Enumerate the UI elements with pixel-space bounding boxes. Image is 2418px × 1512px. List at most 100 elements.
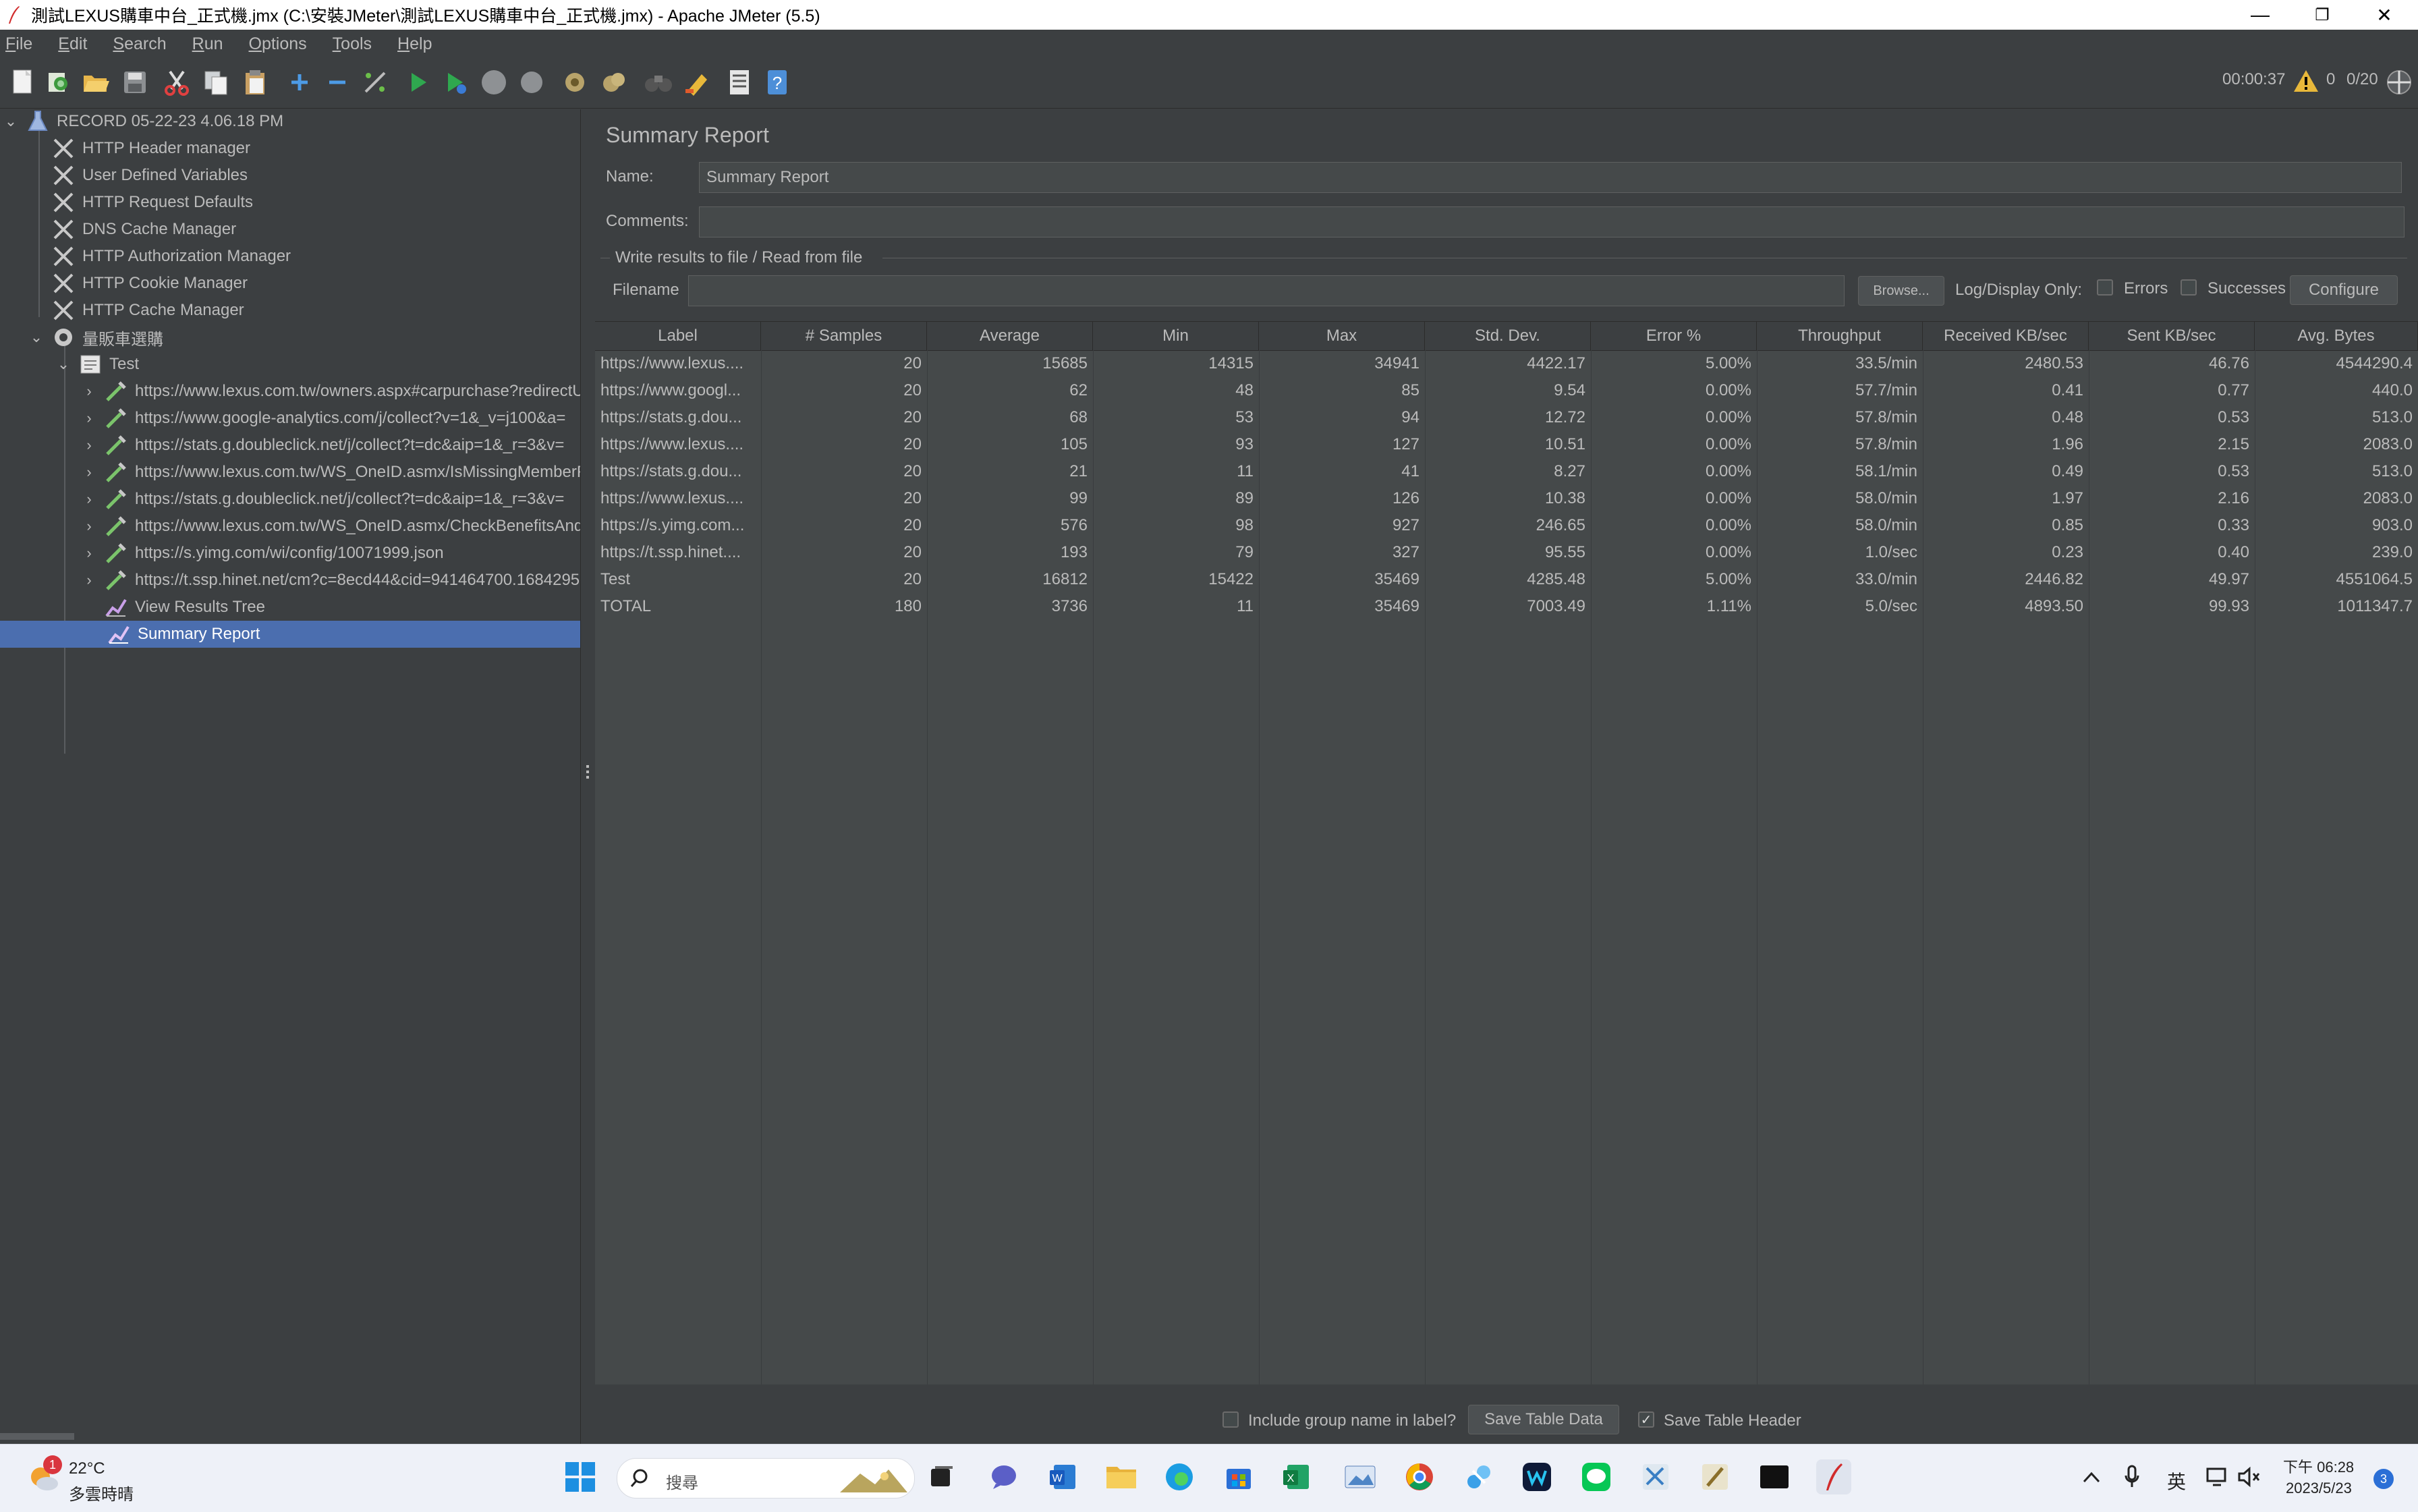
warning-icon[interactable] bbox=[2293, 69, 2319, 93]
tree-item-sampler[interactable]: › https://www.lexus.com.tw/WS_OneID.asmx/… bbox=[82, 513, 580, 540]
horizontal-scrollbar[interactable] bbox=[0, 1433, 74, 1440]
column-header[interactable]: Throughput bbox=[1757, 322, 1923, 350]
new-icon[interactable] bbox=[8, 67, 38, 97]
chevron-right-icon[interactable]: › bbox=[82, 517, 96, 534]
tree-item-config[interactable]: HTTP Header manager bbox=[51, 135, 250, 162]
snipping-tool-icon[interactable] bbox=[1461, 1459, 1496, 1494]
chevron-down-icon[interactable]: ⌄ bbox=[30, 329, 43, 345]
task-view-icon[interactable] bbox=[924, 1459, 959, 1494]
tree-item-config[interactable]: HTTP Cache Manager bbox=[51, 297, 244, 324]
function-helper-icon[interactable] bbox=[725, 67, 754, 97]
table-row[interactable]: TOTAL 180 3736 11 35469 7003.49 1.11% 5.0/sec 48… bbox=[595, 593, 2418, 620]
clock-date[interactable]: 2023/5/23 bbox=[2286, 1480, 2352, 1497]
tree-item-sampler[interactable]: › https://www.google-analytics.com/j/coll… bbox=[82, 405, 565, 432]
chrome-icon[interactable] bbox=[1402, 1459, 1437, 1494]
chevron-down-icon[interactable]: ⌄ bbox=[4, 113, 18, 130]
tree-item-config[interactable]: HTTP Request Defaults bbox=[51, 189, 253, 216]
taskbar-search-box[interactable]: 搜尋 bbox=[617, 1458, 915, 1499]
start-windows-icon[interactable] bbox=[563, 1459, 598, 1494]
tree-item-summary-report[interactable]: Summary Report bbox=[0, 621, 580, 648]
search-binoculars-icon[interactable] bbox=[644, 67, 673, 97]
browse-button[interactable]: Browse... bbox=[1858, 276, 1944, 306]
filename-field[interactable] bbox=[688, 275, 1845, 306]
photos-icon[interactable] bbox=[1343, 1459, 1378, 1494]
table-row[interactable]: https://www.lexus.... 20 105 93 127 10.51 0.00… bbox=[595, 431, 2418, 458]
file-explorer-icon[interactable] bbox=[1104, 1459, 1139, 1494]
tree-item-config[interactable]: DNS Cache Manager bbox=[51, 216, 236, 243]
summary-table[interactable]: Label # Samples Average Min Max Std. Dev. Erro… bbox=[595, 321, 2418, 1504]
expand-all-icon[interactable] bbox=[285, 67, 314, 97]
ime-indicator[interactable]: 英 bbox=[2167, 1467, 2186, 1494]
column-header[interactable]: Std. Dev. bbox=[1425, 322, 1591, 350]
column-header[interactable]: # Samples bbox=[761, 322, 927, 350]
tree-item-sampler[interactable]: › https://s.yimg.com/wi/config/10071999.j… bbox=[82, 540, 444, 567]
configure-button[interactable]: Configure bbox=[2290, 275, 2398, 305]
table-row[interactable]: https://www.lexus.... 20 15685 14315 34941 44… bbox=[595, 350, 2418, 377]
volume-muted-icon[interactable] bbox=[2236, 1459, 2263, 1494]
chevron-right-icon[interactable]: › bbox=[82, 437, 96, 453]
chevron-right-icon[interactable]: › bbox=[82, 491, 96, 507]
notification-badge[interactable]: 3 bbox=[2373, 1469, 2394, 1489]
jmeter-app-icon[interactable] bbox=[1697, 1459, 1733, 1494]
include-group-checkbox[interactable] bbox=[1222, 1411, 1239, 1428]
minimize-button[interactable]: — bbox=[2229, 0, 2291, 30]
tree-item-thread-group[interactable]: ⌄ 量販車選購 bbox=[30, 324, 163, 351]
tree-item-sampler[interactable]: › https://stats.g.doubleclick.net/j/colle… bbox=[82, 432, 564, 459]
table-row[interactable]: https://www.googl... 20 62 48 85 9.54 0.00% 57.… bbox=[595, 377, 2418, 404]
column-header[interactable]: Error % bbox=[1591, 322, 1757, 350]
table-row[interactable]: https://s.yimg.com... 20 576 98 927 246.65 0.0… bbox=[595, 512, 2418, 539]
restore-button[interactable]: ❐ bbox=[2291, 0, 2353, 30]
tree-item-sampler[interactable]: › https://t.ssp.hinet.net/cm?c=8ecd44&cid… bbox=[82, 567, 580, 594]
remote-globe-icon[interactable] bbox=[2386, 69, 2413, 96]
tree-item-config[interactable]: HTTP Authorization Manager bbox=[51, 243, 291, 270]
chevron-down-icon[interactable]: ⌄ bbox=[57, 356, 70, 372]
excel-icon[interactable]: X bbox=[1279, 1459, 1314, 1494]
tree-item-config[interactable]: HTTP Cookie Manager bbox=[51, 270, 248, 297]
menu-search[interactable]: Search bbox=[113, 34, 166, 54]
stop-icon[interactable] bbox=[479, 67, 509, 97]
edge-icon[interactable] bbox=[1162, 1459, 1197, 1494]
table-row[interactable]: https://stats.g.dou... 20 21 11 41 8.27 0.00% 5… bbox=[595, 458, 2418, 485]
table-row[interactable]: https://stats.g.dou... 20 68 53 94 12.72 0.00%… bbox=[595, 404, 2418, 431]
weather-icon[interactable]: 1 bbox=[24, 1455, 63, 1497]
store-icon[interactable] bbox=[1221, 1459, 1256, 1494]
chevron-right-icon[interactable]: › bbox=[82, 571, 96, 588]
teams-chat-icon[interactable] bbox=[986, 1459, 1021, 1494]
column-header[interactable]: Min bbox=[1093, 322, 1259, 350]
tree-item-sampler[interactable]: › https://www.lexus.com.tw/owners.aspx#ca… bbox=[82, 378, 580, 405]
tree-item-transaction[interactable]: ⌄ Test bbox=[57, 351, 139, 378]
menu-file[interactable]: File bbox=[5, 34, 32, 54]
column-header[interactable]: Received KB/sec bbox=[1923, 322, 2089, 350]
reset-search-icon[interactable] bbox=[681, 67, 711, 97]
save-table-header-checkbox[interactable]: ✓ bbox=[1638, 1411, 1654, 1428]
column-header[interactable]: Sent KB/sec bbox=[2089, 322, 2255, 350]
chevron-right-icon[interactable]: › bbox=[82, 464, 96, 480]
paste-icon[interactable] bbox=[240, 67, 270, 97]
save-table-data-button[interactable]: Save Table Data bbox=[1468, 1405, 1619, 1434]
column-header[interactable]: Label bbox=[595, 322, 761, 350]
clear-icon[interactable] bbox=[560, 67, 590, 97]
column-header[interactable]: Max bbox=[1259, 322, 1425, 350]
word-icon[interactable]: W bbox=[1046, 1459, 1081, 1494]
chevron-right-icon[interactable]: › bbox=[82, 383, 96, 399]
tree-item-view-results-tree[interactable]: View Results Tree bbox=[104, 594, 265, 621]
start-icon[interactable] bbox=[403, 67, 433, 97]
save-icon[interactable] bbox=[120, 67, 150, 97]
dev-tool-icon[interactable] bbox=[1638, 1459, 1673, 1494]
help-icon[interactable]: ? bbox=[762, 67, 792, 97]
start-no-pauses-icon[interactable] bbox=[441, 67, 471, 97]
column-header[interactable]: Average bbox=[927, 322, 1093, 350]
comments-field[interactable] bbox=[699, 206, 2405, 237]
split-pane-divider[interactable] bbox=[580, 109, 596, 1464]
tree-item-root[interactable]: ⌄ RECORD 05-22-23 4.06.18 PM bbox=[4, 109, 283, 135]
menu-tools[interactable]: Tools bbox=[333, 34, 372, 54]
shutdown-icon[interactable] bbox=[517, 67, 546, 97]
menu-options[interactable]: Options bbox=[249, 34, 307, 54]
network-icon[interactable] bbox=[2205, 1459, 2232, 1494]
microphone-icon[interactable] bbox=[2118, 1459, 2145, 1494]
tree-item-sampler[interactable]: › https://stats.g.doubleclick.net/j/colle… bbox=[82, 486, 564, 513]
chevron-right-icon[interactable]: › bbox=[82, 410, 96, 426]
copy-icon[interactable] bbox=[201, 67, 231, 97]
column-header[interactable]: Avg. Bytes bbox=[2255, 322, 2418, 350]
successes-checkbox[interactable] bbox=[2181, 279, 2197, 296]
